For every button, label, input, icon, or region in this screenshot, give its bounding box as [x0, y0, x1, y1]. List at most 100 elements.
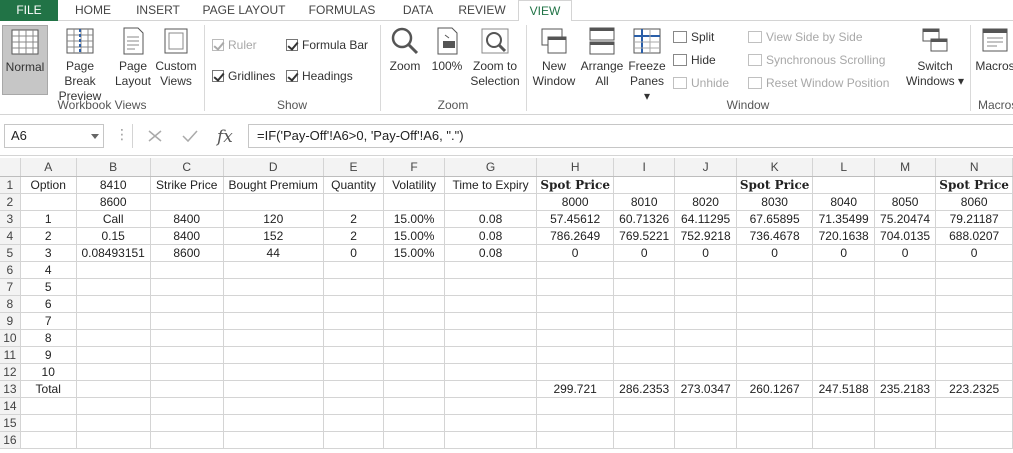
cell-j1[interactable]	[674, 176, 737, 194]
reset-window-position-button[interactable]: Reset Window Position	[748, 75, 889, 91]
formula-input[interactable]: =IF('Pay-Off'!A6>0, 'Pay-Off'!A6, ".")	[248, 124, 1013, 148]
cell-i16[interactable]	[613, 431, 676, 449]
cell-h8[interactable]	[536, 295, 614, 313]
cell-n15[interactable]	[935, 414, 1013, 432]
cell-a10[interactable]: 8	[20, 329, 77, 347]
cell-l5[interactable]: 0	[812, 244, 875, 262]
cell-h10[interactable]	[536, 329, 614, 347]
row-header[interactable]: 8	[0, 295, 21, 313]
cell-m14[interactable]	[874, 397, 937, 415]
cell-f4[interactable]: 15.00%	[383, 227, 445, 245]
cell-n14[interactable]	[935, 397, 1013, 415]
cell-j9[interactable]	[674, 312, 737, 330]
cell-a8[interactable]: 6	[20, 295, 77, 313]
cell-e13[interactable]	[323, 380, 385, 398]
cell-g1[interactable]: Time to Expiry	[444, 176, 538, 194]
cell-i12[interactable]	[613, 363, 676, 381]
zoom-to-selection-button[interactable]: Zoom to Selection	[468, 25, 522, 89]
cell-n1[interactable]: Spot Price	[935, 176, 1013, 194]
switch-windows-button[interactable]: Switch Windows ▾	[904, 25, 966, 89]
column-header-e[interactable]: E	[323, 158, 385, 177]
cell-l14[interactable]	[812, 397, 875, 415]
cell-k12[interactable]	[736, 363, 814, 381]
cell-a4[interactable]: 2	[20, 227, 77, 245]
cell-k14[interactable]	[736, 397, 814, 415]
cell-f16[interactable]	[383, 431, 445, 449]
column-header-d[interactable]: D	[223, 158, 324, 177]
tab-review[interactable]: REVIEW	[450, 0, 514, 21]
cell-b5[interactable]: 0.08493151	[76, 244, 151, 262]
cell-d13[interactable]	[223, 380, 324, 398]
cell-h14[interactable]	[536, 397, 614, 415]
column-header-i[interactable]: I	[613, 158, 676, 177]
cell-d3[interactable]: 120	[223, 210, 324, 228]
cell-a11[interactable]: 9	[20, 346, 77, 364]
cell-f5[interactable]: 15.00%	[383, 244, 445, 262]
column-header-l[interactable]: L	[812, 158, 875, 177]
row-header[interactable]: 1	[0, 176, 21, 194]
cell-c10[interactable]	[150, 329, 224, 347]
row-header[interactable]: 9	[0, 312, 21, 330]
cell-l15[interactable]	[812, 414, 875, 432]
cell-n5[interactable]: 0	[935, 244, 1013, 262]
cell-h11[interactable]	[536, 346, 614, 364]
column-header-c[interactable]: C	[150, 158, 224, 177]
cell-f3[interactable]: 15.00%	[383, 210, 445, 228]
cell-m11[interactable]	[874, 346, 937, 364]
cell-m5[interactable]: 0	[874, 244, 937, 262]
column-header-h[interactable]: H	[536, 158, 614, 177]
cell-e8[interactable]	[323, 295, 385, 313]
cancel-icon[interactable]	[147, 129, 163, 143]
row-header[interactable]: 15	[0, 414, 21, 432]
cell-e7[interactable]	[323, 278, 385, 296]
cell-k8[interactable]	[736, 295, 814, 313]
cell-i2[interactable]: 8010	[613, 193, 676, 211]
cell-m12[interactable]	[874, 363, 937, 381]
cell-n13[interactable]: 223.2325	[935, 380, 1013, 398]
row-header[interactable]: 11	[0, 346, 21, 364]
tab-view[interactable]: VIEW	[518, 0, 572, 22]
cell-n9[interactable]	[935, 312, 1013, 330]
cell-n11[interactable]	[935, 346, 1013, 364]
cell-f15[interactable]	[383, 414, 445, 432]
cell-a5[interactable]: 3	[20, 244, 77, 262]
cell-f2[interactable]	[383, 193, 445, 211]
cell-m1[interactable]	[874, 176, 937, 194]
cell-k6[interactable]	[736, 261, 814, 279]
cell-a13[interactable]: Total	[20, 380, 77, 398]
cell-i3[interactable]: 60.71326	[613, 210, 676, 228]
tab-insert[interactable]: INSERT	[126, 0, 190, 21]
cell-k11[interactable]	[736, 346, 814, 364]
cell-a9[interactable]: 7	[20, 312, 77, 330]
cell-d8[interactable]	[223, 295, 324, 313]
cell-h5[interactable]: 0	[536, 244, 614, 262]
column-header-g[interactable]: G	[444, 158, 538, 177]
cell-d10[interactable]	[223, 329, 324, 347]
cell-l6[interactable]	[812, 261, 875, 279]
cell-k15[interactable]	[736, 414, 814, 432]
chevron-down-icon[interactable]	[91, 134, 99, 139]
cell-j11[interactable]	[674, 346, 737, 364]
cell-e12[interactable]	[323, 363, 385, 381]
cell-j10[interactable]	[674, 329, 737, 347]
cell-m6[interactable]	[874, 261, 937, 279]
select-all-corner[interactable]	[0, 158, 21, 177]
cell-i13[interactable]: 286.2353	[613, 380, 676, 398]
split-button[interactable]: Split	[673, 29, 714, 45]
cell-n10[interactable]	[935, 329, 1013, 347]
arrange-all-button[interactable]: Arrange All	[580, 25, 624, 89]
cell-c1[interactable]: Strike Price	[150, 176, 224, 194]
cell-l9[interactable]	[812, 312, 875, 330]
cell-i1[interactable]	[613, 176, 676, 194]
cell-k3[interactable]: 67.65895	[736, 210, 814, 228]
tab-file[interactable]: FILE	[0, 0, 58, 21]
cell-d11[interactable]	[223, 346, 324, 364]
cell-e10[interactable]	[323, 329, 385, 347]
cell-b4[interactable]: 0.15	[76, 227, 151, 245]
cell-l10[interactable]	[812, 329, 875, 347]
cell-a6[interactable]: 4	[20, 261, 77, 279]
cell-m8[interactable]	[874, 295, 937, 313]
cell-i4[interactable]: 769.5221	[613, 227, 676, 245]
cell-b10[interactable]	[76, 329, 151, 347]
cell-g4[interactable]: 0.08	[444, 227, 538, 245]
